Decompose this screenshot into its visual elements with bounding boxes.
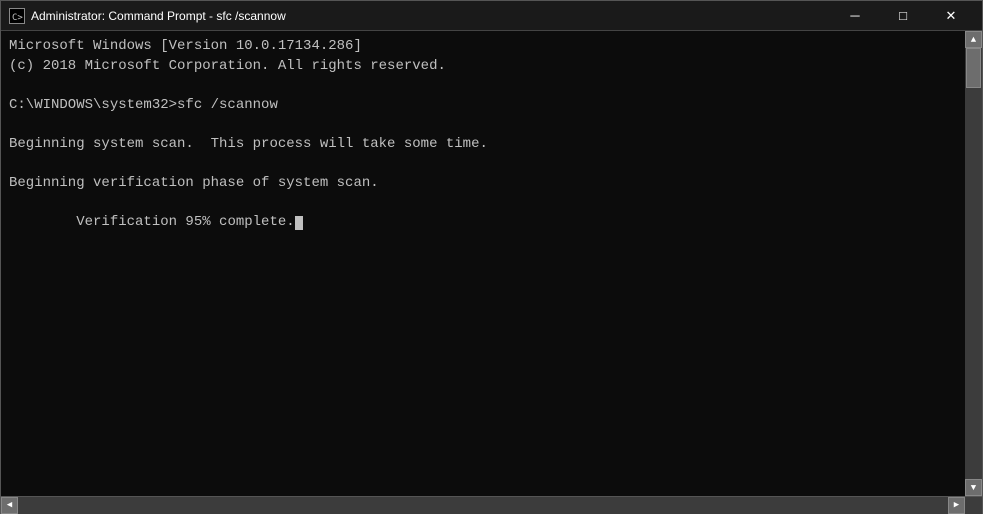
scrollbar-track[interactable]: [965, 48, 982, 479]
scroll-right-button[interactable]: ▶: [948, 497, 965, 514]
vertical-scrollbar[interactable]: ▲ ▼: [965, 31, 982, 496]
cursor-blink: [295, 216, 303, 230]
scrollbar-thumb[interactable]: [966, 48, 981, 88]
horizontal-scrollbar-track[interactable]: [18, 497, 948, 514]
console-line-9: Verification 95% complete.: [9, 194, 957, 253]
console-line-3: [9, 76, 957, 96]
command-prompt-window: C> Administrator: Command Prompt - sfc /…: [0, 0, 983, 514]
cmd-icon: C>: [9, 8, 25, 24]
console-line-7: [9, 155, 957, 175]
console-line-6: Beginning system scan. This process will…: [9, 135, 957, 155]
maximize-button[interactable]: □: [880, 1, 926, 31]
console-line-5: [9, 115, 957, 135]
scroll-left-button[interactable]: ◀: [1, 497, 18, 514]
console-line-8: Beginning verification phase of system s…: [9, 174, 957, 194]
title-bar: C> Administrator: Command Prompt - sfc /…: [1, 1, 982, 31]
svg-text:C>: C>: [12, 13, 23, 22]
scrollbar-corner: [965, 497, 982, 514]
console-line-2: (c) 2018 Microsoft Corporation. All righ…: [9, 57, 957, 77]
console-line-1: Microsoft Windows [Version 10.0.17134.28…: [9, 37, 957, 57]
scroll-down-button[interactable]: ▼: [965, 479, 982, 496]
console-line-4: C:\WINDOWS\system32>sfc /scannow: [9, 96, 957, 116]
title-bar-controls: ─ □ ✕: [832, 1, 974, 31]
minimize-button[interactable]: ─: [832, 1, 878, 31]
console-body: Microsoft Windows [Version 10.0.17134.28…: [1, 31, 982, 496]
title-bar-text: Administrator: Command Prompt - sfc /sca…: [31, 9, 832, 23]
scroll-up-button[interactable]: ▲: [965, 31, 982, 48]
horizontal-scrollbar[interactable]: ◀ ▶: [1, 496, 982, 513]
console-content[interactable]: Microsoft Windows [Version 10.0.17134.28…: [1, 31, 965, 496]
close-button[interactable]: ✕: [928, 1, 974, 31]
